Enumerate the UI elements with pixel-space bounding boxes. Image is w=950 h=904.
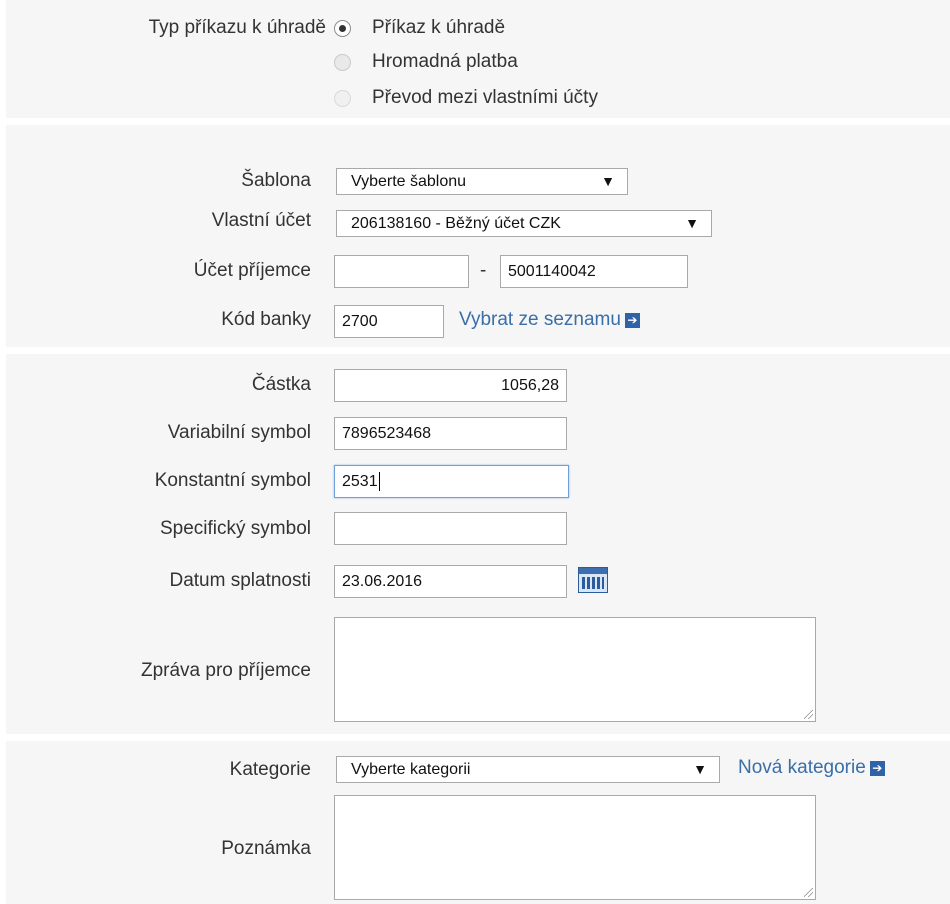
message-label: Zpráva pro příjemce <box>140 660 311 681</box>
recipient-prefix-input[interactable] <box>334 255 469 288</box>
new-category-link-text: Nová kategorie <box>738 757 866 778</box>
text-caret <box>378 472 380 492</box>
constant-symbol-label: Konstantní symbol <box>154 470 311 491</box>
own-account-select-value: 206138160 - Běžný účet CZK <box>351 215 561 232</box>
due-date-label: Datum splatnosti <box>169 570 311 591</box>
triangle-down-icon: ▼ <box>685 215 699 231</box>
amount-label: Částka <box>251 374 311 395</box>
category-label: Kategorie <box>229 759 311 780</box>
arrow-right-box-icon: ➔ <box>869 760 885 776</box>
calendar-icon-grid <box>582 577 604 589</box>
template-select-value: Vyberte šablonu <box>351 173 467 190</box>
category-select-value: Vyberte kategorii <box>351 761 471 778</box>
own-account-label: Vlastní účet <box>211 210 311 231</box>
payment-form: Typ příkazu k úhradě Příkaz k úhradě Hro… <box>0 0 950 904</box>
radio-unselected-icon[interactable] <box>334 53 351 71</box>
note-textarea[interactable] <box>334 795 816 900</box>
resize-grip-icon[interactable] <box>804 710 813 719</box>
own-account-select[interactable]: 206138160 - Běžný účet CZK ▼ <box>336 210 712 237</box>
variable-symbol-label: Variabilní symbol <box>167 422 311 443</box>
account-separator: - <box>480 260 487 281</box>
arrow-right-box-icon: ➔ <box>624 312 640 328</box>
template-select[interactable]: Vyberte šablonu ▼ <box>336 168 628 195</box>
recipient-account-label: Účet příjemce <box>193 260 311 281</box>
resize-grip-icon[interactable] <box>804 888 813 897</box>
triangle-down-icon: ▼ <box>693 761 707 777</box>
radio-selected-icon[interactable] <box>334 19 351 37</box>
constant-symbol-value: 2531 <box>342 473 378 490</box>
calendar-icon[interactable] <box>578 567 608 593</box>
radio-option-own-transfer[interactable]: Převod mezi vlastními účty <box>334 85 598 111</box>
radio-option-label: Příkaz k úhradě <box>372 17 506 38</box>
template-label: Šablona <box>241 170 311 191</box>
note-label: Poznámka <box>221 838 311 859</box>
constant-symbol-input[interactable]: 2531 <box>334 465 569 498</box>
variable-symbol-input[interactable]: 7896523468 <box>334 417 567 450</box>
payment-type-label: Typ příkazu k úhradě <box>148 17 326 38</box>
radio-option-single[interactable]: Příkaz k úhradě <box>334 15 505 41</box>
calendar-icon-header <box>579 568 607 574</box>
category-select[interactable]: Vyberte kategorii ▼ <box>336 756 720 783</box>
message-textarea[interactable] <box>334 617 816 722</box>
choose-bank-link-text: Vybrat ze seznamu <box>459 309 621 330</box>
radio-option-label: Převod mezi vlastními účty <box>372 87 598 108</box>
bank-code-label: Kód banky <box>221 309 311 330</box>
new-category-link[interactable]: Nová kategorie ➔ <box>738 757 885 779</box>
recipient-account-input[interactable]: 5001140042 <box>500 255 688 288</box>
radio-option-label: Hromadná platba <box>372 51 518 72</box>
amount-input[interactable]: 1056,28 <box>334 369 567 402</box>
specific-symbol-label: Specifický symbol <box>160 518 311 539</box>
bank-code-input[interactable]: 2700 <box>334 305 444 338</box>
radio-disabled-icon[interactable] <box>334 89 351 107</box>
specific-symbol-input[interactable] <box>334 512 567 545</box>
due-date-input[interactable]: 23.06.2016 <box>334 565 567 598</box>
radio-option-bulk[interactable]: Hromadná platba <box>334 49 518 75</box>
choose-bank-link[interactable]: Vybrat ze seznamu ➔ <box>459 309 640 331</box>
triangle-down-icon: ▼ <box>601 173 615 189</box>
